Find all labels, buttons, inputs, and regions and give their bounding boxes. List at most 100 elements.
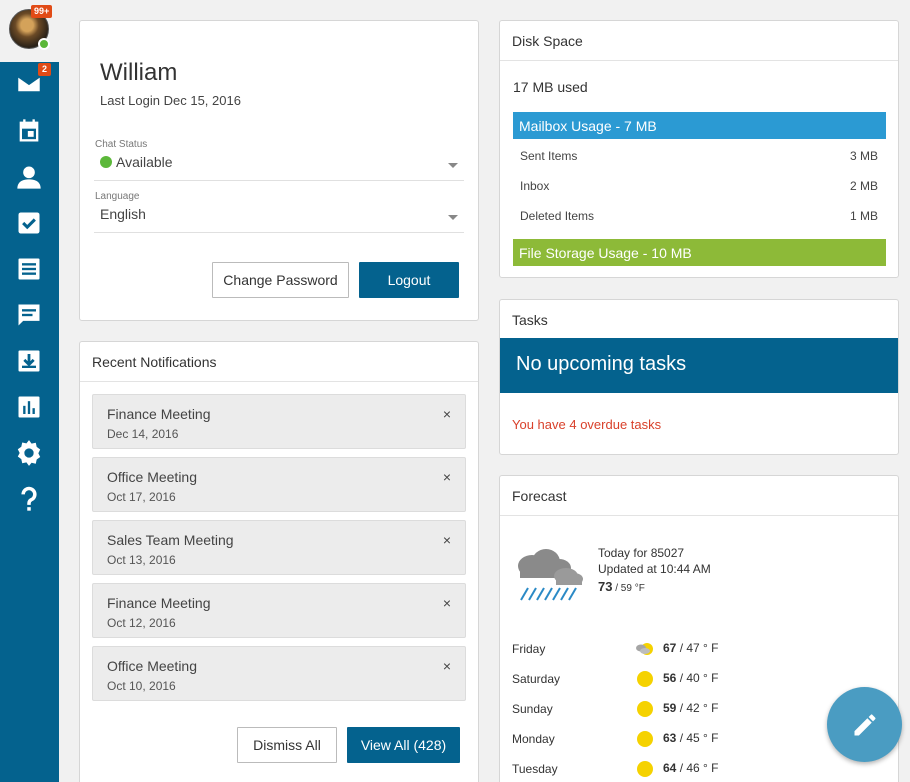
sidebar-item-chat[interactable] bbox=[14, 300, 44, 330]
close-icon[interactable]: × bbox=[443, 469, 451, 485]
disk-space-title: Disk Space bbox=[500, 21, 898, 61]
pencil-icon bbox=[854, 713, 875, 735]
forecast-location: Today for 85027 bbox=[598, 546, 685, 560]
change-password-button[interactable]: Change Password bbox=[212, 262, 349, 298]
overdue-tasks-link[interactable]: You have 4 overdue tasks bbox=[512, 417, 661, 432]
close-icon[interactable]: × bbox=[443, 595, 451, 611]
notification-date: Oct 12, 2016 bbox=[107, 616, 176, 630]
forecast-day: Sunday bbox=[512, 702, 553, 716]
close-icon[interactable]: × bbox=[443, 658, 451, 674]
sidebar: 99+ 2 bbox=[0, 0, 59, 782]
forecast-current-temp: 73 / 59 °F bbox=[598, 579, 645, 594]
settings-icon bbox=[17, 440, 41, 466]
forecast-high: 64 bbox=[663, 761, 677, 775]
forecast-low: / 40 ° F bbox=[676, 671, 719, 685]
notifications-card: Recent Notifications Finance Meeting Dec… bbox=[79, 341, 479, 782]
language-select[interactable]: Language English bbox=[94, 191, 464, 233]
forecast-low: / 46 ° F bbox=[676, 761, 719, 775]
notification-title: Office Meeting bbox=[107, 469, 198, 485]
notes-icon bbox=[18, 258, 40, 280]
compose-button[interactable] bbox=[827, 687, 902, 762]
close-icon[interactable]: × bbox=[443, 406, 451, 422]
sidebar-item-mail[interactable]: 2 bbox=[14, 63, 52, 99]
disk-used: 17 MB used bbox=[513, 79, 588, 95]
forecast-updated: Updated at 10:44 AM bbox=[598, 562, 711, 576]
tasks-icon bbox=[18, 212, 40, 234]
chat-icon bbox=[18, 304, 40, 326]
tasks-title: Tasks bbox=[512, 312, 548, 328]
current-low: / 59 °F bbox=[612, 583, 645, 594]
forecast-day-row: Sunday 59 / 42 ° F bbox=[512, 699, 882, 719]
available-status-icon bbox=[100, 156, 112, 168]
sidebar-item-download[interactable] bbox=[14, 346, 44, 376]
forecast-low: / 45 ° F bbox=[676, 731, 719, 745]
chat-status-label: Chat Status bbox=[95, 139, 148, 150]
mail-unread-badge: 2 bbox=[38, 63, 52, 76]
notification-item[interactable]: Finance Meeting Oct 12, 2016 × bbox=[92, 583, 466, 638]
disk-row: Deleted Items 1 MB bbox=[520, 209, 878, 223]
chat-status-value: Available bbox=[116, 154, 173, 170]
reports-icon bbox=[18, 396, 40, 418]
online-status-dot bbox=[38, 38, 50, 50]
forecast-day-row: Tuesday 64 / 46 ° F bbox=[512, 759, 882, 779]
view-all-button[interactable]: View All (428) bbox=[347, 727, 460, 763]
forecast-day: Saturday bbox=[512, 672, 561, 686]
sidebar-item-settings[interactable] bbox=[14, 438, 44, 468]
notification-title: Finance Meeting bbox=[107, 595, 211, 611]
logout-button[interactable]: Logout bbox=[359, 262, 459, 298]
sun-icon bbox=[637, 731, 653, 747]
sidebar-item-calendar[interactable] bbox=[14, 116, 44, 146]
forecast-day: Friday bbox=[512, 642, 546, 656]
notification-item[interactable]: Finance Meeting Dec 14, 2016 × bbox=[92, 394, 466, 449]
profile-card: William Last Login Dec 15, 2016 Chat Sta… bbox=[79, 20, 479, 321]
download-icon bbox=[18, 350, 40, 372]
notification-date: Oct 13, 2016 bbox=[107, 553, 176, 567]
disk-row-size: 1 MB bbox=[849, 209, 878, 223]
sidebar-item-help[interactable] bbox=[14, 484, 44, 514]
forecast-day-row: Monday 63 / 45 ° F bbox=[512, 729, 882, 749]
calendar-icon bbox=[19, 119, 39, 142]
rain-cloud-icon bbox=[518, 549, 583, 601]
forecast-temp: 63 / 45 ° F bbox=[663, 731, 719, 745]
notification-title: Finance Meeting bbox=[107, 406, 211, 422]
notification-item[interactable]: Sales Team Meeting Oct 13, 2016 × bbox=[92, 520, 466, 575]
forecast-day-row: Friday 67 / 47 ° F bbox=[512, 639, 882, 659]
notification-title: Office Meeting bbox=[107, 658, 198, 674]
notification-item[interactable]: Office Meeting Oct 10, 2016 × bbox=[92, 646, 466, 701]
tasks-card: Tasks No upcoming tasks You have 4 overd… bbox=[499, 299, 899, 455]
forecast-high: 56 bbox=[663, 671, 677, 685]
disk-row-label: Inbox bbox=[520, 179, 550, 193]
help-icon bbox=[21, 486, 37, 511]
forecast-temp: 64 / 46 ° F bbox=[663, 761, 719, 775]
forecast-day: Monday bbox=[512, 732, 555, 746]
notification-item[interactable]: Office Meeting Oct 17, 2016 × bbox=[92, 457, 466, 512]
disk-row: Inbox 2 MB bbox=[520, 179, 878, 193]
disk-row-size: 3 MB bbox=[849, 149, 878, 163]
dismiss-all-button[interactable]: Dismiss All bbox=[237, 727, 337, 763]
forecast-high: 63 bbox=[663, 731, 677, 745]
chevron-down-icon bbox=[448, 163, 458, 168]
avatar-area: 99+ bbox=[0, 0, 59, 62]
notification-title: Sales Team Meeting bbox=[107, 532, 234, 548]
mailbox-usage-bar: Mailbox Usage - 7 MB bbox=[513, 112, 886, 139]
sidebar-item-reports[interactable] bbox=[14, 392, 44, 422]
forecast-high: 67 bbox=[663, 641, 677, 655]
disk-row-size: 2 MB bbox=[849, 179, 878, 193]
sidebar-item-notes[interactable] bbox=[14, 254, 44, 284]
close-icon[interactable]: × bbox=[443, 532, 451, 548]
forecast-temp: 59 / 42 ° F bbox=[663, 701, 719, 715]
disk-row-label: Sent Items bbox=[520, 149, 578, 163]
sidebar-item-contacts[interactable] bbox=[14, 162, 44, 192]
profile-name: William bbox=[100, 59, 178, 86]
sun-icon bbox=[637, 761, 653, 777]
forecast-day: Tuesday bbox=[512, 762, 558, 776]
last-login: Last Login Dec 15, 2016 bbox=[100, 93, 241, 108]
chat-status-select[interactable]: Chat Status Available bbox=[94, 139, 464, 181]
forecast-day-row: Saturday 56 / 40 ° F bbox=[512, 669, 882, 689]
disk-row-label: Deleted Items bbox=[520, 209, 595, 223]
sidebar-item-tasks[interactable] bbox=[14, 208, 44, 238]
contacts-icon bbox=[17, 166, 41, 189]
forecast-temp: 56 / 40 ° F bbox=[663, 671, 719, 685]
notifications-title: Recent Notifications bbox=[80, 342, 478, 382]
avatar-notification-badge: 99+ bbox=[31, 5, 53, 18]
